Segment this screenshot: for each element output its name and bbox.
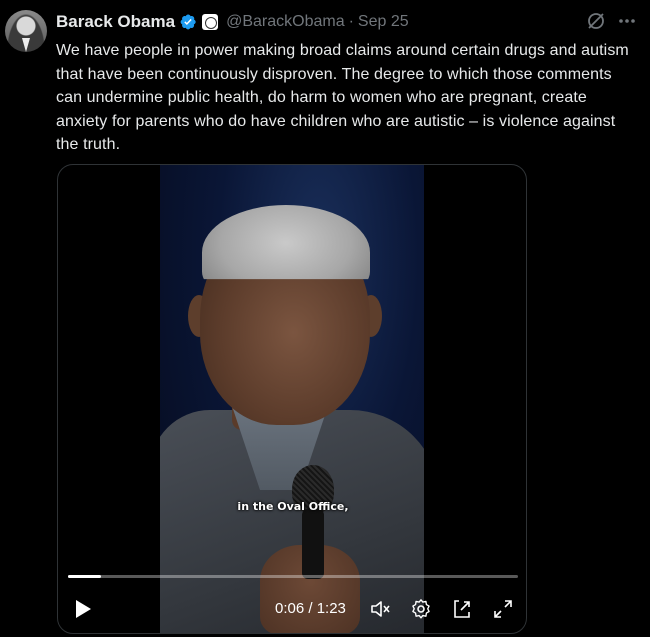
grok-icon[interactable] xyxy=(586,11,606,31)
author-name[interactable]: Barack Obama xyxy=(56,12,175,32)
tweet-text: We have people in power making broad cla… xyxy=(56,42,629,153)
video-progress-bar[interactable] xyxy=(68,575,518,578)
government-seal-icon[interactable] xyxy=(202,14,219,30)
video-caption: in the Oval Office, xyxy=(237,500,349,513)
video-player[interactable]: in the Oval Office, 0:06 / 1:23 xyxy=(57,164,527,634)
video-frame xyxy=(160,165,424,633)
fullscreen-icon[interactable] xyxy=(492,598,514,620)
mute-icon[interactable] xyxy=(369,598,391,620)
tweet-header: Barack Obama @BarackObama · Sep 25 xyxy=(56,11,409,33)
video-time: 0:06 / 1:23 xyxy=(275,600,346,617)
video-progress-fill xyxy=(68,575,101,578)
settings-icon[interactable] xyxy=(410,598,432,620)
tweet: Barack Obama @BarackObama · Sep 25 We ha… xyxy=(0,0,650,637)
play-icon[interactable] xyxy=(73,599,93,619)
separator-dot: · xyxy=(348,13,354,30)
author-handle[interactable]: @BarackObama xyxy=(226,13,345,31)
avatar[interactable] xyxy=(5,10,47,52)
more-options-icon[interactable] xyxy=(618,18,636,24)
picture-in-picture-icon[interactable] xyxy=(451,598,473,620)
video-controls: 0:06 / 1:23 xyxy=(58,593,526,625)
verified-badge-icon xyxy=(180,14,196,30)
tweet-date[interactable]: Sep 25 xyxy=(358,13,409,31)
